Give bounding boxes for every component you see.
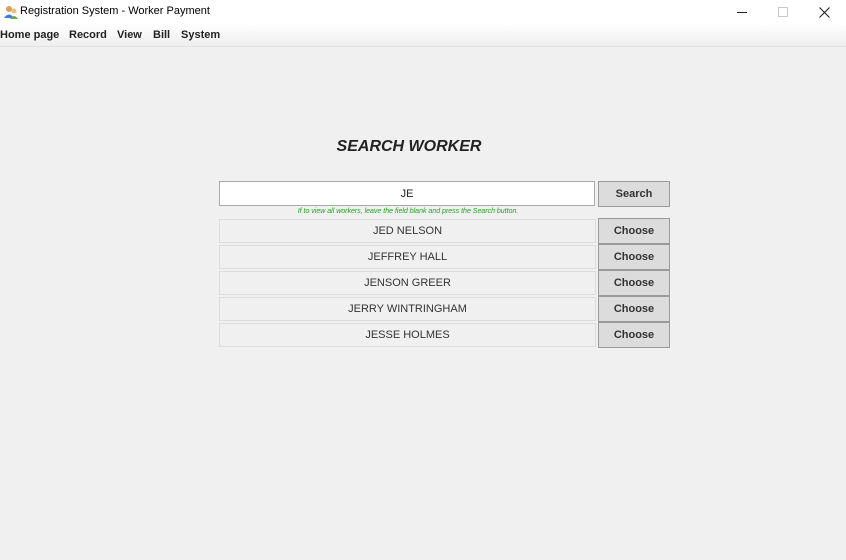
menu-bar: Home page Record View Bill System <box>0 24 846 47</box>
choose-button[interactable]: Choose <box>598 322 670 348</box>
menu-home-page[interactable]: Home page <box>0 29 59 41</box>
maximize-icon <box>778 7 788 17</box>
choose-button[interactable]: Choose <box>598 244 670 270</box>
title-bar: Registration System - Worker Payment <box>0 0 846 24</box>
maximize-button[interactable] <box>763 0 803 24</box>
window-title: Registration System - Worker Payment <box>20 5 210 17</box>
result-name: JERRY WINTRINGHAM <box>219 297 596 321</box>
close-button[interactable] <box>804 0 844 24</box>
result-name: JESSE HOLMES <box>219 323 596 347</box>
menu-view[interactable]: View <box>117 29 142 41</box>
page-title: SEARCH WORKER <box>336 138 482 155</box>
result-name: JENSON GREER <box>219 271 596 295</box>
choose-button[interactable]: Choose <box>598 270 670 296</box>
search-button[interactable]: Search <box>598 181 670 207</box>
menu-record[interactable]: Record <box>69 29 107 41</box>
choose-button[interactable]: Choose <box>598 296 670 322</box>
result-name: JEFFREY HALL <box>219 245 596 269</box>
choose-button[interactable]: Choose <box>598 218 670 244</box>
search-input[interactable] <box>219 181 595 206</box>
search-hint: If to view all workers, leave the field … <box>297 208 519 215</box>
minimize-icon <box>737 12 747 13</box>
app-icon <box>4 6 18 19</box>
close-icon <box>818 6 830 18</box>
menu-system[interactable]: System <box>181 29 220 41</box>
menu-bill[interactable]: Bill <box>153 29 170 41</box>
result-name: JED NELSON <box>219 219 596 243</box>
minimize-button[interactable] <box>722 0 762 24</box>
